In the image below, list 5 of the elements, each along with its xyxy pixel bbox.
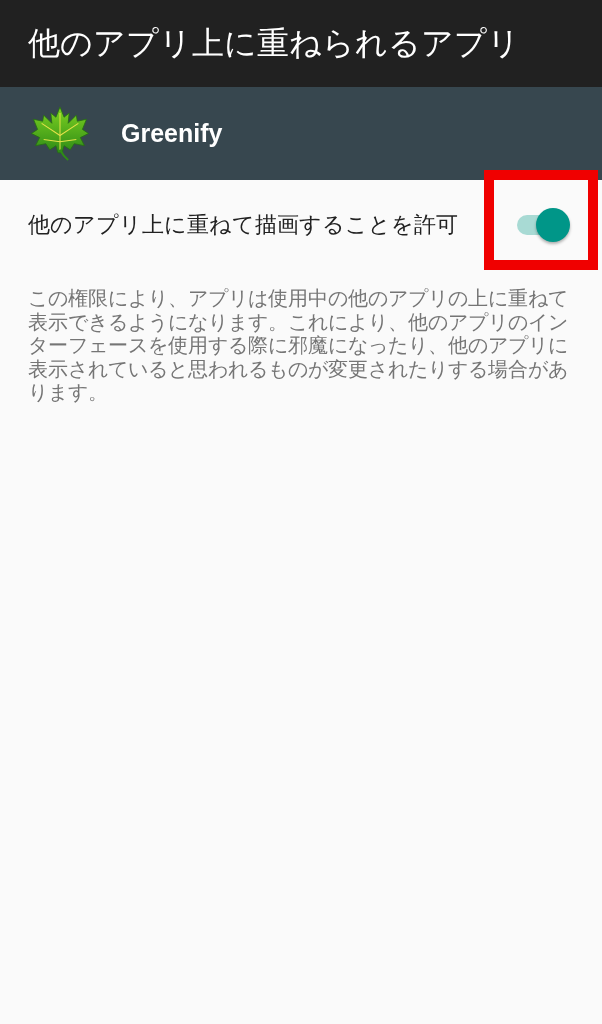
app-name: Greenify xyxy=(121,117,223,149)
maple-leaf-icon xyxy=(31,106,89,161)
screen-title: 他のアプリ上に重ねられるアプリ xyxy=(28,24,520,63)
permission-description: この権限により、アプリは使用中の他のアプリの上に重ねて表示できるようになります。これにより、他のアプリのインターフェースを使用する際に邪魔になったり、他のアプリに表示されていると思われるものが変更されたりする場合があります。 xyxy=(28,287,569,405)
setting-label: 他のアプリ上に重ねて描画することを許可 xyxy=(28,210,458,239)
